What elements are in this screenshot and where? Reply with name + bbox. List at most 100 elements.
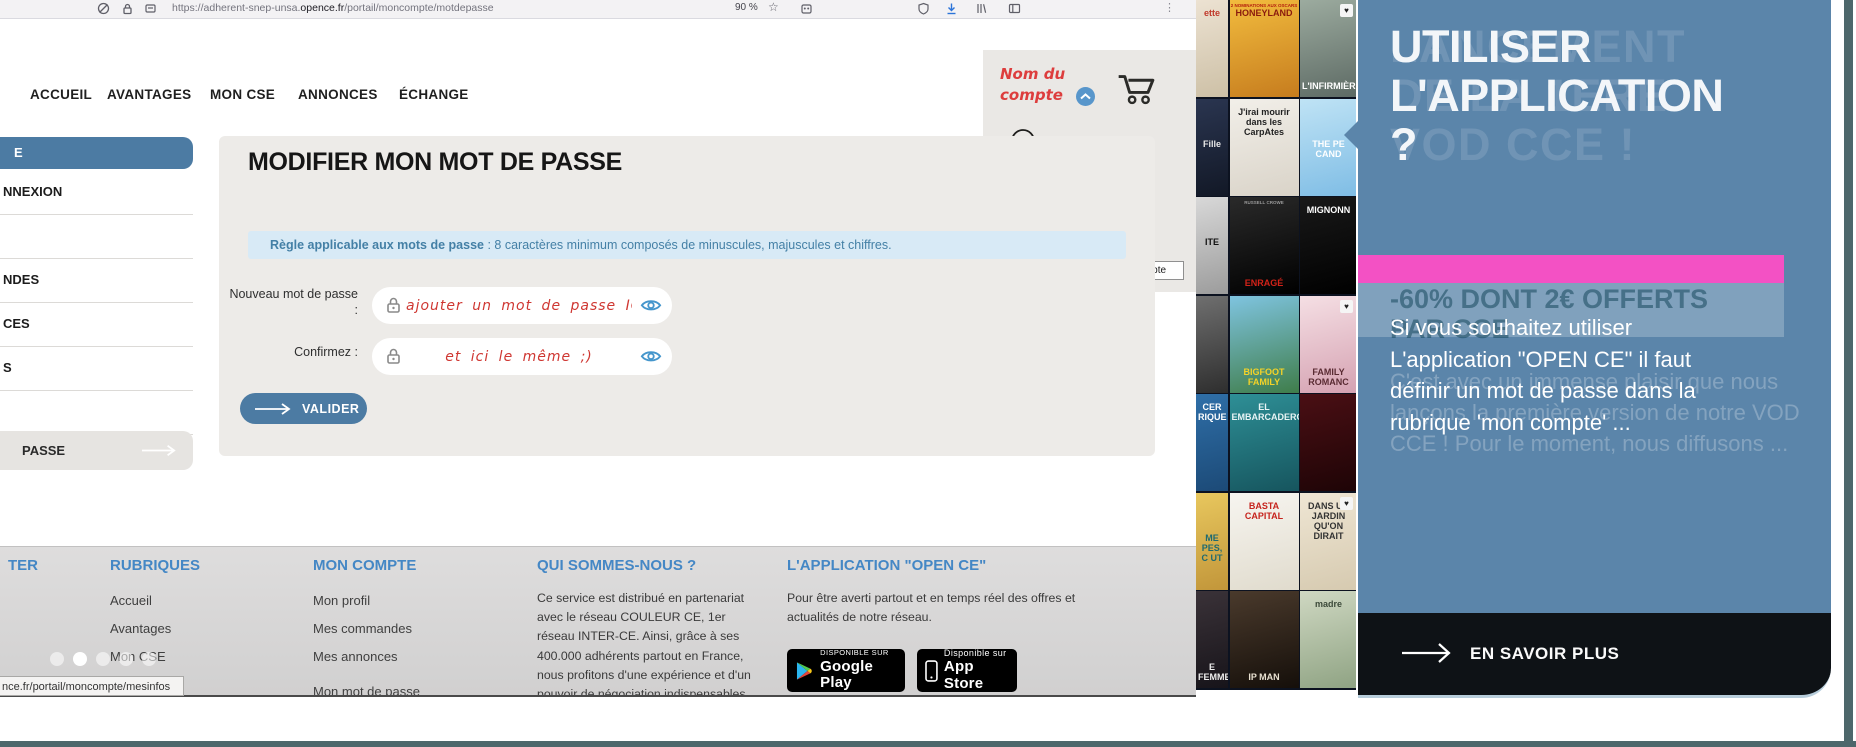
footer-qui-text: Ce service est distribué en partenariat … (537, 591, 751, 697)
poster-title: ME PES, C UT (1201, 532, 1223, 563)
sidebar-icon[interactable] (1008, 2, 1021, 15)
movie-poster: Fille (1196, 98, 1228, 196)
zoom-level[interactable]: 90 % (735, 2, 758, 13)
poster-title: IP MAN (1248, 672, 1280, 682)
poster-title: E FEMME (1198, 662, 1228, 682)
shield-permissions-icon[interactable] (97, 2, 110, 15)
movie-poster (1196, 295, 1228, 393)
movie-poster: RUSSELL CROWE ENRAGÉ (1229, 197, 1299, 294)
poster-title: BIGFOOT FAMILY (1243, 366, 1285, 387)
poster-wall: ette 2 NOMINATIONS AUX OSCARS HONEYLAND L'I… (1196, 0, 1356, 690)
footer-link-accueil[interactable]: Accueil (110, 593, 152, 608)
movie-poster: ME PES, C UT (1196, 492, 1228, 590)
confirm-password-input[interactable] (372, 338, 672, 375)
movie-poster: ITE (1196, 197, 1228, 294)
window-edge-right (1844, 0, 1853, 747)
footer: TER RUBRIQUES Accueil Avantages Mon CSE … (0, 546, 1196, 697)
carousel-dot[interactable] (50, 652, 64, 666)
footer-link-mes-annonces[interactable]: Mes annonces (313, 649, 398, 664)
new-password-label: Nouveau mot de passe : (229, 287, 358, 317)
footer-qui-heading: QUI SOMMES-NOUS ? (537, 557, 697, 574)
poster-title: HONEYLAND (1235, 8, 1293, 18)
shield-check-icon[interactable] (917, 2, 930, 15)
movie-poster: ette (1196, 0, 1228, 97)
poster-tagline: RUSSELL CROWE (1244, 200, 1284, 205)
carousel-dots (50, 652, 156, 666)
poster-title: BASTA CAPITAL (1244, 500, 1284, 521)
account-name[interactable]: Nom du compte (1000, 64, 1065, 106)
eye-icon[interactable] (640, 349, 662, 364)
google-play-badge[interactable]: DISPONIBLE SUR Google Play (787, 649, 905, 692)
chevron-up-icon[interactable] (1076, 87, 1095, 106)
pink-accent-bar (1358, 255, 1784, 283)
movie-poster: FAMILY ROMANC ♥ (1300, 295, 1356, 393)
app-store-badge[interactable]: Disponible sur App Store (917, 648, 1017, 692)
movie-poster: L'INFIRMIÈRE ♥ (1300, 0, 1356, 97)
sidebar-item[interactable] (0, 391, 193, 435)
carousel-dot[interactable] (142, 652, 156, 666)
movie-poster: BASTA CAPITAL (1229, 492, 1299, 590)
carousel-dot[interactable] (119, 652, 133, 666)
movie-poster: CER RIQUE (1196, 394, 1228, 491)
sidebar-item[interactable]: NNEXION (0, 171, 193, 215)
sidebar-item-active-top[interactable]: E (0, 137, 193, 169)
poster-title: L'INFIRMIÈRE (1302, 81, 1356, 91)
movie-poster: DANS UN JARDIN QU'ON DIRAIT ♥ (1300, 492, 1356, 590)
star-icon[interactable]: ☆ (768, 0, 779, 14)
arrow-right-icon (1402, 643, 1451, 663)
carousel-dot[interactable] (96, 652, 110, 666)
favorite-heart-icon: ♥ (1340, 4, 1353, 17)
favorite-heart-icon: ♥ (1340, 299, 1353, 313)
sidebar-item-mot-de-passe[interactable]: PASSE (0, 431, 193, 470)
movie-poster: J'irai mourir dans les CarpAtes (1229, 98, 1299, 196)
arrow-right-icon (255, 402, 291, 415)
movie-poster (1300, 394, 1356, 491)
sidebar-item[interactable]: NDES (0, 259, 193, 303)
reader-icon[interactable] (144, 2, 157, 15)
carousel-dot-active[interactable] (73, 652, 87, 666)
movie-poster: EL EMBARCADERO (1229, 394, 1299, 491)
eye-icon[interactable] (640, 298, 662, 313)
footer-link-mon-profil[interactable]: Mon profil (313, 593, 370, 608)
movie-poster: 2 NOMINATIONS AUX OSCARS HONEYLAND (1229, 0, 1299, 97)
url-domain: opence.fr (300, 2, 345, 14)
movie-poster: IP MAN (1229, 591, 1299, 688)
password-card: MODIFIER MON MOT DE PASSE Règle applicab… (219, 136, 1155, 456)
url-bar[interactable]: https://adherent-snep-unsa.opence.fr/por… (172, 2, 494, 14)
footer-app-heading: L'APPLICATION "OPEN CE" (787, 557, 987, 574)
favorite-heart-icon: ♥ (1340, 496, 1353, 510)
confirm-password-label: Confirmez : (294, 345, 358, 359)
new-password-input[interactable] (372, 287, 672, 324)
footer-link-mot-de-passe[interactable]: Mon mot de passe (313, 684, 420, 695)
poster-title: CER RIQUE (1198, 402, 1227, 422)
nav-annonces[interactable]: ANNONCES (298, 87, 378, 102)
extension-icon[interactable] (800, 2, 813, 15)
download-icon[interactable] (945, 2, 958, 15)
poster-title: ENRAGÉ (1244, 278, 1284, 288)
movie-poster: MIGNONN (1300, 197, 1356, 294)
movie-poster: madre (1300, 591, 1356, 688)
library-icon[interactable] (975, 2, 988, 15)
en-savoir-plus-button[interactable]: EN SAVOIR PLUS (1358, 613, 1831, 698)
sidebar-item[interactable] (0, 215, 193, 259)
movie-poster: BIGFOOT FAMILY (1229, 295, 1299, 393)
movie-poster: E FEMME (1196, 591, 1228, 688)
panel-left-notch (1344, 121, 1358, 149)
nav-mon-cse[interactable]: MON CSE (210, 87, 275, 102)
nav-echange[interactable]: ÉCHANGE (399, 87, 469, 102)
poster-title: ITE (1204, 237, 1219, 247)
nav-accueil[interactable]: ACCUEIL (30, 87, 92, 102)
valider-button[interactable]: VALIDER (240, 393, 367, 424)
poster-title: ette (1203, 8, 1220, 18)
promo-panel: LANCEMENT DE LA 1ERE VOD CCE ! UTILISER … (1358, 0, 1831, 613)
nav-avantages[interactable]: AVANTAGES (107, 87, 191, 102)
menu-dots-icon[interactable]: ⋮ (1164, 1, 1175, 14)
sidebar-item[interactable]: S (0, 347, 193, 391)
cart-icon[interactable] (1115, 68, 1159, 108)
footer-link-mes-commandes[interactable]: Mes commandes (313, 621, 412, 636)
footer-link-avantages[interactable]: Avantages (110, 621, 171, 636)
poster-title: Fille (1202, 138, 1221, 149)
sidebar-item[interactable]: CES (0, 303, 193, 347)
page-title: MODIFIER MON MOT DE PASSE (248, 148, 622, 176)
lock-icon[interactable] (121, 2, 134, 15)
